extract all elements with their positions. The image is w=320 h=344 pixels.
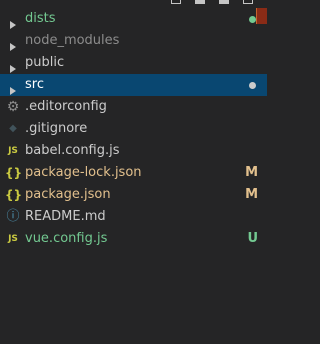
folder-row-src[interactable]: src bbox=[0, 74, 267, 96]
file-label: .editorconfig bbox=[25, 99, 107, 114]
chevron-right-icon bbox=[10, 59, 16, 73]
folder-label: dists bbox=[25, 11, 56, 26]
refresh-icon[interactable] bbox=[219, 0, 229, 4]
gear-icon: ⚙ bbox=[6, 99, 20, 115]
file-label: package-lock.json bbox=[25, 165, 142, 180]
javascript-file-icon: JS bbox=[8, 234, 18, 244]
chevron-right-icon bbox=[10, 37, 16, 51]
json-file-icon: {} bbox=[5, 188, 23, 202]
folder-label: node_modules bbox=[25, 33, 120, 48]
modified-dot-icon bbox=[249, 82, 256, 89]
json-file-icon: {} bbox=[5, 166, 23, 180]
file-row-package-json[interactable]: {} package.json M bbox=[0, 184, 267, 206]
file-label: babel.config.js bbox=[25, 143, 120, 158]
new-folder-icon[interactable] bbox=[195, 0, 205, 4]
folder-row-public[interactable]: public bbox=[0, 52, 267, 74]
chevron-right-icon bbox=[10, 81, 16, 95]
collapse-all-icon[interactable] bbox=[243, 0, 253, 4]
file-row-package-lock[interactable]: {} package-lock.json M bbox=[0, 162, 267, 184]
git-status-badge: U bbox=[247, 231, 258, 246]
scrollbar-marker[interactable] bbox=[256, 8, 267, 24]
row-decoration bbox=[237, 74, 267, 96]
explorer-file-tree: dists node_modules public src ⚙ .editorc… bbox=[0, 8, 267, 250]
git-status-badge: M bbox=[245, 165, 258, 180]
file-row-gitignore[interactable]: ◆ .gitignore bbox=[0, 118, 267, 140]
explorer-toolbar bbox=[0, 0, 267, 5]
folder-row-node-modules[interactable]: node_modules bbox=[0, 30, 267, 52]
git-status-badge: M bbox=[245, 187, 258, 202]
file-row-readme[interactable]: ⓘ README.md bbox=[0, 206, 267, 228]
file-label: README.md bbox=[25, 209, 106, 224]
folder-label: public bbox=[25, 55, 65, 70]
javascript-file-icon: JS bbox=[8, 146, 18, 156]
file-row-vue-config[interactable]: JS vue.config.js U bbox=[0, 228, 267, 250]
file-label: .gitignore bbox=[25, 121, 88, 136]
file-label: package.json bbox=[25, 187, 111, 202]
file-row-editorconfig[interactable]: ⚙ .editorconfig bbox=[0, 96, 267, 118]
file-label: vue.config.js bbox=[25, 231, 108, 246]
chevron-right-icon bbox=[10, 15, 16, 29]
git-icon: ◆ bbox=[9, 123, 17, 134]
row-decoration bbox=[237, 8, 267, 30]
untracked-dot-icon bbox=[249, 16, 256, 23]
info-icon: ⓘ bbox=[6, 209, 20, 224]
file-row-babel-config[interactable]: JS babel.config.js bbox=[0, 140, 267, 162]
folder-row-dists[interactable]: dists bbox=[0, 8, 267, 30]
folder-label: src bbox=[25, 77, 44, 92]
new-file-icon[interactable] bbox=[171, 0, 181, 4]
